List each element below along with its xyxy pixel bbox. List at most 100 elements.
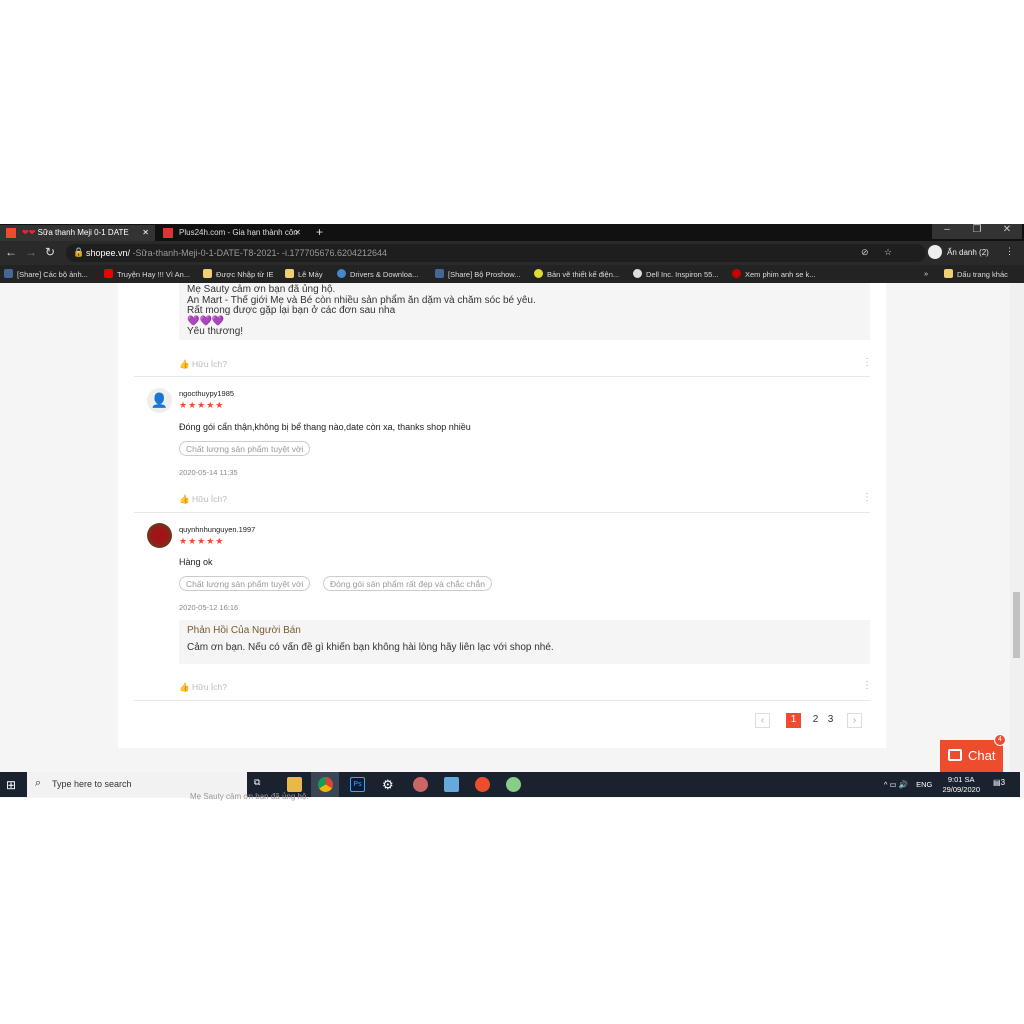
menu-icon[interactable]: ⋮ — [1005, 246, 1014, 257]
divider — [134, 512, 870, 513]
chat-badge: 4 — [994, 734, 1006, 746]
bookmark[interactable]: Bản vẽ thiết kế điện... — [534, 269, 619, 279]
bookmark[interactable]: [Share] Các bộ ảnh... — [4, 269, 88, 279]
avatar[interactable]: 👤 — [147, 388, 172, 413]
clock[interactable]: 9:01 SA 29/09/2020 — [942, 775, 980, 795]
notifications-icon[interactable]: ▤3 — [993, 778, 1005, 787]
overflow-text: Mẹ Sauty cảm ơn bạn đã ủng hộ. — [190, 792, 309, 801]
useful-button[interactable]: 👍 Hữu Ích? — [179, 359, 227, 370]
seller-reply: Mẹ Sauty cảm ơn bạn đã ủng hộ. An Mart -… — [179, 283, 870, 340]
page-1-button[interactable]: 1 — [786, 713, 801, 728]
rating-stars: ★★★★★ — [179, 400, 225, 410]
reply-line: Mẹ Sauty cảm ơn bạn đã ủng hộ. — [187, 284, 336, 295]
url-path: -Sữa-thanh-Meji-0-1-DATE-T8-2021- -i.177… — [130, 248, 388, 258]
star-icon[interactable]: ☆ — [884, 247, 892, 258]
review-tag: Chất lượng sản phẩm tuyệt vời — [179, 441, 311, 456]
incognito-icon — [928, 245, 942, 259]
photoshop-icon[interactable]: Ps — [350, 777, 365, 792]
close-tab-icon[interactable]: ✕ — [294, 228, 301, 237]
more-options-icon[interactable]: ⋮ — [862, 492, 872, 503]
bookmark[interactable]: Xem phim anh se k... — [732, 269, 815, 279]
chat-label: Chat — [968, 748, 996, 763]
system-tray: ^ ▭ 🔊 ENG 9:01 SA 29/09/2020 — [884, 775, 980, 795]
divider — [134, 376, 870, 377]
paint-icon[interactable] — [506, 777, 521, 792]
useful-button[interactable]: 👍 Hữu Ích? — [179, 682, 227, 693]
taskbar: ⊞ ⌕ Type here to search ⧉ Ps ⚙ ^ ▭ 🔊 ENG… — [0, 772, 1020, 797]
new-tab-button[interactable]: + — [316, 225, 323, 239]
tab-title: Plus24h.com - Gia hạn thành côn — [179, 228, 298, 237]
seller-reply: Phản Hồi Của Người Bán Cảm ơn bạn. Nếu c… — [179, 620, 870, 664]
forward-icon[interactable]: → — [25, 245, 37, 259]
bookmark[interactable]: Dell Inc. Inspiron 55... — [633, 269, 719, 279]
windows-start-icon[interactable]: ⊞ — [6, 778, 16, 792]
tab-bar: ❤❤ Sữa thanh Meji 0-1 DATE ✕ Plus24h.com… — [0, 224, 1024, 241]
app-icon[interactable] — [413, 777, 428, 792]
profile-button[interactable]: Ẩn danh (2) — [947, 248, 989, 257]
reviewer-name[interactable]: ngocthuypy1985 — [179, 389, 234, 398]
review-tag: Chất lượng sản phẩm tuyệt vời — [179, 576, 311, 591]
network-app-icon[interactable] — [444, 777, 459, 792]
reviews-card: Mẹ Sauty cảm ơn bạn đã ủng hộ. An Mart -… — [118, 283, 886, 748]
url-host: shopee.vn/ — [86, 248, 131, 258]
chat-button[interactable]: Chat — [940, 740, 1003, 772]
reload-icon[interactable]: ↻ — [45, 245, 55, 259]
thumbs-up-icon: 👍 — [179, 494, 190, 504]
close-tab-icon[interactable]: ✕ — [142, 228, 149, 237]
next-page-button[interactable]: › — [847, 713, 862, 728]
bookmark[interactable]: Truyện Hay !!! Vì An... — [104, 269, 190, 279]
eye-off-icon[interactable]: ⊘ — [861, 247, 869, 258]
shopee-app-icon[interactable] — [475, 777, 490, 792]
bookmark[interactable]: [Share] Bộ Proshow... — [435, 269, 521, 279]
other-bookmarks[interactable]: Dấu trang khác — [944, 269, 1008, 279]
divider — [134, 700, 870, 701]
file-explorer-icon[interactable] — [287, 777, 302, 792]
hearts-emoji: 💜💜💜 — [187, 315, 225, 327]
search-icon: ⌕ — [35, 777, 42, 789]
task-view-icon[interactable]: ⧉ — [254, 777, 269, 792]
url-input[interactable]: 🔒 shopee.vn/ -Sữa-thanh-Meji-0-1-DATE-T8… — [66, 244, 926, 262]
bookmarks-bar: [Share] Các bộ ảnh... Truyện Hay !!! Vì … — [0, 265, 1024, 283]
more-options-icon[interactable]: ⋮ — [862, 357, 872, 368]
useful-button[interactable]: 👍 Hữu Ích? — [179, 494, 227, 505]
review-text: Đóng gói cẩn thận,không bị bể thang nào,… — [179, 422, 471, 432]
scrollbar[interactable] — [1010, 283, 1024, 772]
page-3-button[interactable]: 3 — [823, 713, 838, 728]
tab-plus24h[interactable]: Plus24h.com - Gia hạn thành côn ✕ — [157, 225, 307, 241]
browser-screenshot: ❤❤ Sữa thanh Meji 0-1 DATE ✕ Plus24h.com… — [0, 224, 1024, 798]
minimize-button[interactable]: – — [932, 224, 962, 239]
page-2-button[interactable]: 2 — [808, 713, 823, 728]
language-indicator[interactable]: ENG — [916, 780, 932, 789]
gmail-icon — [163, 228, 173, 238]
lock-icon: 🔒 — [73, 247, 85, 257]
page-content: Mẹ Sauty cảm ơn bạn đã ủng hộ. An Mart -… — [0, 283, 1010, 772]
thumbs-up-icon: 👍 — [179, 682, 190, 692]
back-icon[interactable]: ← — [5, 245, 17, 259]
bookmark[interactable]: Được Nhập từ IE — [203, 269, 273, 279]
bookmark[interactable]: Lê Máy — [285, 269, 323, 279]
maximize-button[interactable]: ❐ — [962, 224, 992, 239]
reply-line: Yêu thương! — [187, 326, 244, 337]
reply-line: Rất mong được gặp lại bạn ở các đơn sau … — [187, 305, 396, 316]
tray-icons[interactable]: ^ ▭ 🔊 — [884, 780, 908, 789]
tab-shopee[interactable]: ❤❤ Sữa thanh Meji 0-1 DATE ✕ — [0, 225, 155, 241]
rating-stars: ★★★★★ — [179, 536, 225, 546]
more-options-icon[interactable]: ⋮ — [862, 680, 872, 691]
reply-title: Phản Hồi Của Người Bán — [187, 625, 301, 636]
settings-icon[interactable]: ⚙ — [382, 777, 397, 792]
prev-page-button[interactable]: ‹ — [755, 713, 770, 728]
review-date: 2020-05-14 11:35 — [179, 468, 238, 477]
tab-title: Sữa thanh Meji 0-1 DATE — [37, 228, 129, 237]
review-date: 2020-05-12 16:16 — [179, 603, 239, 612]
chrome-icon[interactable] — [318, 777, 333, 792]
avatar[interactable] — [147, 523, 172, 548]
chat-icon — [948, 749, 962, 761]
review-text: Hàng ok — [179, 557, 213, 567]
close-window-button[interactable]: ✕ — [992, 224, 1022, 239]
reply-text: Cảm ơn bạn. Nếu có vấn đề gì khiến bạn k… — [187, 641, 554, 653]
more-bookmarks-button[interactable]: » — [924, 269, 928, 278]
bookmark[interactable]: Drivers & Downloa... — [337, 269, 418, 279]
reviewer-name[interactable]: quynhnhunguyen.1997 — [179, 525, 255, 534]
scrollbar-thumb[interactable] — [1013, 592, 1020, 658]
shopee-icon — [6, 228, 16, 238]
